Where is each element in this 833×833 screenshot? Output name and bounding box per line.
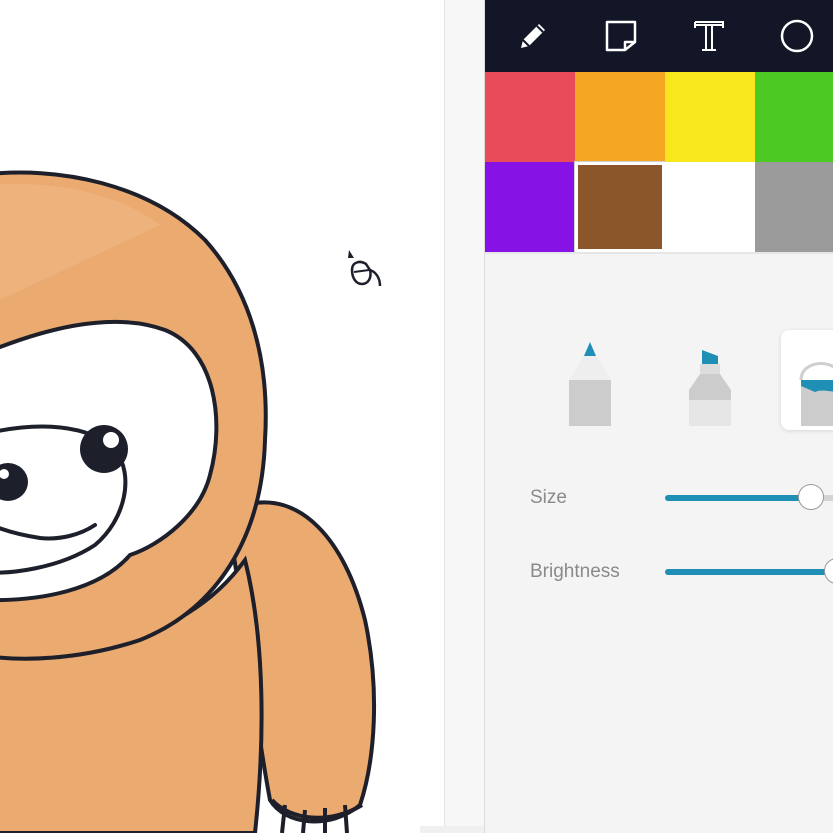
tool-panel: Size Brightness [484,0,833,833]
fill-bucket-brush-button[interactable] [781,330,833,430]
color-swatch[interactable] [665,72,755,162]
color-swatch[interactable] [755,162,833,252]
color-swatch[interactable] [485,162,575,252]
brightness-slider[interactable] [665,558,833,586]
shape-tool-button[interactable] [775,14,819,58]
tool-bar [485,0,833,72]
size-label: Size [530,487,567,508]
pencil-tool-button[interactable] [511,14,555,58]
brightness-slider-thumb[interactable] [824,558,833,584]
color-swatch[interactable] [485,72,575,162]
sticky-note-tool-button[interactable] [599,14,643,58]
pencil-icon [521,24,545,48]
color-swatch[interactable] [575,72,665,162]
text-icon [694,21,724,51]
canvas-divider [444,0,485,833]
marker-brush-button[interactable] [675,330,745,430]
drawing-canvas[interactable] [0,0,444,833]
sticky-note-icon [605,20,637,52]
color-swatch[interactable] [755,72,833,162]
pencil-brush-icon [569,342,611,426]
text-tool-button[interactable] [687,14,731,58]
circle-icon [780,19,814,53]
brightness-label: Brightness [530,561,620,582]
size-slider[interactable] [665,484,833,512]
paint-bucket-cursor-icon [348,250,382,287]
pencil-brush-button[interactable] [555,330,625,430]
marker-brush-icon [689,350,731,426]
size-slider-thumb[interactable] [798,484,824,510]
color-swatch[interactable] [574,161,666,253]
paint-bucket-icon [799,362,833,426]
sloth-drawing [0,170,377,833]
brightness-slider-fill [665,569,833,575]
palette-divider [485,252,833,254]
canvas-scroll-strip [420,826,484,833]
color-swatch[interactable] [665,162,755,252]
size-slider-fill [665,495,811,501]
